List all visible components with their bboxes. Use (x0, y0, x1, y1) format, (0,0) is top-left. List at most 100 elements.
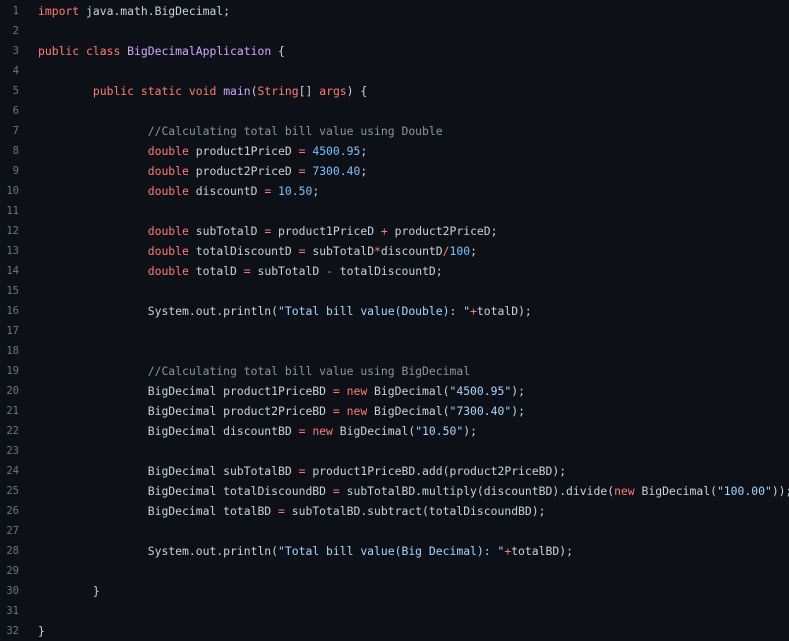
code-token: totalDiscountD (188, 244, 299, 258)
code-line[interactable]: 19 //Calculating total bill value using … (0, 361, 789, 381)
code-line[interactable]: 14 double totalD = subTotalD - totalDisc… (0, 261, 789, 281)
line-number: 6 (12, 105, 19, 117)
code-line[interactable]: 6 (0, 101, 789, 121)
code-token: )); (771, 484, 789, 498)
code-token: BigDecimal totalBD (38, 504, 279, 518)
code-line[interactable]: 7 //Calculating total bill value using D… (0, 121, 789, 141)
code-line[interactable]: 4 (0, 61, 789, 81)
code-token: subTotalBD.multiply(discountBD).divide( (339, 484, 615, 498)
code-token: * (374, 244, 381, 258)
code-text: public static void main(String[] args) { (19, 84, 367, 98)
code-line[interactable]: 16 System.out.println("Total bill value(… (0, 301, 789, 321)
line-number: 29 (6, 565, 19, 577)
code-token: java.math.BigDecimal; (79, 4, 231, 18)
code-line[interactable]: 13 double totalDiscountD = subTotalD*dis… (0, 241, 789, 261)
code-token: } (38, 584, 100, 598)
code-token: new (346, 384, 368, 398)
code-token: - (326, 264, 333, 278)
code-token: public (38, 44, 80, 58)
code-text: } (19, 624, 45, 638)
code-line[interactable]: 17 (0, 321, 789, 341)
line-number: 25 (6, 485, 19, 497)
code-token: BigDecimal( (634, 484, 717, 498)
code-token: subTotalBD.subtract(totalDiscoundBD); (284, 504, 546, 518)
code-line[interactable]: 26 BigDecimal totalBD = subTotalBD.subtr… (0, 501, 789, 521)
code-text: //Calculating total bill value using Big… (19, 364, 470, 378)
code-line[interactable]: 18 (0, 341, 789, 361)
code-line[interactable]: 27 (0, 521, 789, 541)
code-token: static (140, 84, 183, 98)
code-token: //Calculating total bill value using Dou… (147, 124, 443, 138)
code-line[interactable]: 23 (0, 441, 789, 461)
code-line[interactable]: 12 double subTotalD = product1PriceD + p… (0, 221, 789, 241)
code-token: new (346, 404, 368, 418)
code-line[interactable]: 3 public class BigDecimalApplication { (0, 41, 789, 61)
line-number: 15 (6, 285, 19, 297)
code-line[interactable]: 1 import java.math.BigDecimal; (0, 1, 789, 21)
code-token: 4500.95 (312, 144, 361, 158)
code-line[interactable]: 28 System.out.println("Total bill value(… (0, 541, 789, 561)
line-number: 3 (12, 45, 19, 57)
code-line[interactable]: 31 (0, 601, 789, 621)
code-text: BigDecimal totalDiscoundBD = subTotalBD.… (19, 484, 789, 498)
code-token: BigDecimal totalDiscoundBD (38, 484, 333, 498)
code-line[interactable]: 9 double product2PriceD = 7300.40; (0, 161, 789, 181)
line-number: 17 (6, 325, 19, 337)
code-line[interactable]: 15 (0, 281, 789, 301)
code-line[interactable]: 10 double discountD = 10.50; (0, 181, 789, 201)
code-token: BigDecimal( (367, 384, 450, 398)
code-line[interactable]: 11 (0, 201, 789, 221)
code-token: ); (511, 404, 525, 418)
code-line[interactable]: 25 BigDecimal totalDiscoundBD = subTotal… (0, 481, 789, 501)
code-token: 100 (449, 244, 471, 258)
code-line[interactable]: 22 BigDecimal discountBD = new BigDecima… (0, 421, 789, 441)
code-text: double discountD = 10.50; (19, 184, 319, 198)
code-token: 10.50 (278, 184, 313, 198)
code-line[interactable]: 2 (0, 21, 789, 41)
code-token: [] (298, 84, 320, 98)
code-token: ( (250, 84, 258, 98)
code-token: main (223, 84, 251, 98)
code-line[interactable]: 21 BigDecimal product2PriceBD = new BigD… (0, 401, 789, 421)
code-token: = (243, 264, 251, 278)
code-text: //Calculating total bill value using Dou… (19, 124, 443, 138)
code-token: class (86, 44, 121, 58)
line-number: 4 (12, 65, 19, 77)
code-token: "4500.95" (449, 384, 512, 398)
line-number: 1 (12, 5, 19, 17)
line-number: 14 (6, 265, 19, 277)
code-token: { (271, 44, 285, 58)
code-line[interactable]: 5 public static void main(String[] args)… (0, 81, 789, 101)
code-line[interactable]: 24 BigDecimal subTotalBD = product1Price… (0, 461, 789, 481)
code-token: System.out.println( (38, 544, 279, 558)
code-token: BigDecimal product2PriceBD (38, 404, 333, 418)
code-token: BigDecimal discountBD (38, 424, 299, 438)
line-number: 7 (12, 125, 19, 137)
code-token: = (332, 384, 340, 398)
code-text: } (19, 584, 100, 598)
code-token: subTotalD (305, 244, 375, 258)
code-token: "100.00" (716, 484, 772, 498)
code-token: //Calculating total bill value using Big… (147, 364, 471, 378)
code-editor[interactable]: 1 import java.math.BigDecimal; 2 3 public cl… (0, 0, 789, 641)
code-line[interactable]: 30 } (0, 581, 789, 601)
code-text: BigDecimal discountBD = new BigDecimal("… (19, 424, 477, 438)
code-token: args (319, 84, 347, 98)
code-token: ); (463, 424, 477, 438)
code-line[interactable]: 29 (0, 561, 789, 581)
code-token: product1PriceD (188, 144, 299, 158)
code-line[interactable]: 8 double product1PriceD = 4500.95; (0, 141, 789, 161)
code-token: product1PriceBD.add(product2PriceBD); (305, 464, 567, 478)
code-token: System.out.println( (38, 304, 279, 318)
code-token: / (442, 244, 450, 258)
code-token: double (147, 244, 189, 258)
code-token: String (257, 84, 299, 98)
code-line[interactable]: 20 BigDecimal product1PriceBD = new BigD… (0, 381, 789, 401)
line-number: 24 (6, 465, 19, 477)
code-line[interactable]: 32} (0, 621, 789, 641)
